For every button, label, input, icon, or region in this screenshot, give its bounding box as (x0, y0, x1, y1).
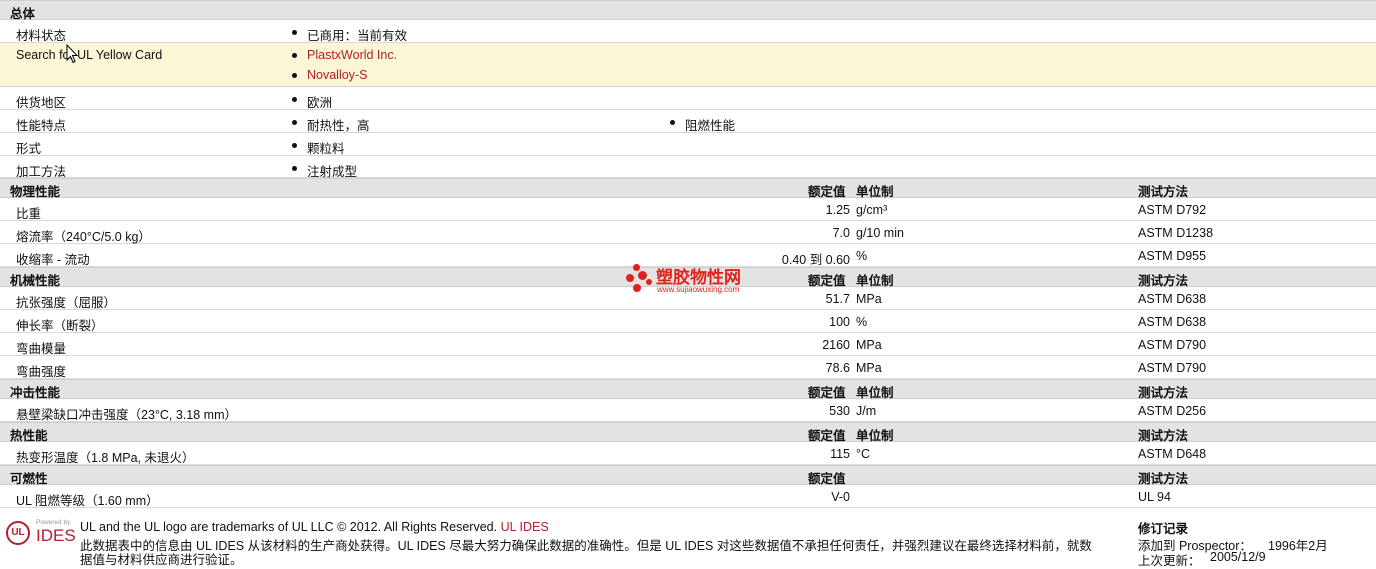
trademark-line: UL and the UL logo are trademarks of UL … (80, 520, 549, 534)
prop-method: ASTM D638 (1138, 292, 1207, 306)
table-row: UL 阻燃等级（1.60 mm） V-0 UL 94 (0, 485, 1376, 508)
bullet (292, 30, 297, 35)
value-supply-region: 欧洲 (307, 96, 333, 110)
prop-name: 弯曲强度 (16, 365, 67, 379)
link-novalloy-s[interactable]: Novalloy-S (307, 68, 367, 82)
row-form: 形式 颗粒料 (0, 133, 1376, 156)
table-row: 悬壁梁缺口冲击强度（23°C, 3.18 mm） 530 J/m ASTM D2… (0, 399, 1376, 422)
prop-name: 比重 (16, 207, 42, 221)
prop-method: UL 94 (1138, 490, 1171, 504)
prop-value: 78.6 (825, 361, 850, 375)
ul-ides-link[interactable]: UL IDES (501, 520, 549, 534)
prop-method: ASTM D638 (1138, 315, 1207, 329)
prop-value: 100 (829, 315, 850, 329)
row-material-status: 材料状态 已商用：当前有效 (0, 20, 1376, 43)
watermark: 塑胶物性网 www.sujiaowuxing.com (624, 262, 764, 296)
revision-updated-date: 2005/12/9 (1210, 550, 1266, 564)
prop-unit: MPa (856, 361, 882, 375)
prop-name: 收缩率 - 流动 (16, 253, 90, 267)
value-feature-heat: 耐热性，高 (307, 119, 370, 133)
value-feature-flame: 阻燃性能 (685, 119, 736, 133)
bullet (670, 120, 675, 125)
prop-unit: J/m (856, 404, 877, 418)
prop-unit: g/10 min (856, 226, 904, 240)
prop-method: ASTM D648 (1138, 447, 1207, 461)
prop-method: ASTM D256 (1138, 404, 1207, 418)
prop-value: 7.0 (832, 226, 850, 240)
table-row: 熔流率（240°C/5.0 kg） 7.0 g/10 min ASTM D123… (0, 221, 1376, 244)
bullet (292, 97, 297, 102)
prop-method: ASTM D955 (1138, 249, 1207, 263)
disclaimer-line-2: 据值与材料供应商进行验证。 (80, 553, 243, 567)
section-header-impact: 冲击性能 额定值 单位制 测试方法 (0, 379, 1376, 400)
bullet (292, 166, 297, 171)
prop-method: ASTM D1238 (1138, 226, 1214, 240)
prop-unit: MPa (856, 292, 882, 306)
logo-powered-by: Powered by (36, 519, 71, 526)
watermark-dots-icon (624, 262, 654, 296)
mouse-cursor-icon (66, 43, 79, 67)
logo-ides-text: IDES (36, 526, 76, 545)
prop-name: UL 阻燃等级（1.60 mm） (16, 494, 159, 508)
prop-unit: % (856, 249, 868, 263)
value-form: 颗粒料 (307, 142, 345, 156)
prop-unit: MPa (856, 338, 882, 352)
section-header-physical: 物理性能 额定值 单位制 测试方法 (0, 178, 1376, 199)
ul-ides-logo: Powered by UL IDES (6, 518, 76, 556)
prop-value: 115 (830, 447, 850, 461)
prop-name: 熔流率（240°C/5.0 kg） (16, 230, 151, 244)
watermark-url: www.sujiaowuxing.com (657, 285, 740, 294)
bullet (292, 73, 297, 78)
table-row: 比重 1.25 g/cm³ ASTM D792 (0, 198, 1376, 221)
prop-method: ASTM D792 (1138, 203, 1207, 217)
link-plastxworld[interactable]: PlastxWorld Inc. (307, 48, 397, 62)
row-processing: 加工方法 注射成型 (0, 156, 1376, 179)
logo-ul-text: UL (11, 527, 25, 538)
table-row: 弯曲强度 78.6 MPa ASTM D790 (0, 356, 1376, 379)
prop-value: 1.25 (825, 203, 850, 217)
revision-added-date: 1996年2月 (1268, 539, 1328, 553)
section-header-flammability: 可燃性 额定值 测试方法 (0, 465, 1376, 486)
label-material-status: 材料状态 (16, 29, 67, 43)
prop-name: 伸长率（断裂） (16, 319, 104, 333)
revision-updated-label: 上次更新： (1138, 554, 1201, 568)
label-features: 性能特点 (16, 119, 67, 133)
trademark-text: UL and the UL logo are trademarks of UL … (80, 520, 498, 534)
ul-logo-icon: UL (6, 521, 30, 545)
prop-method: ASTM D790 (1138, 338, 1207, 352)
table-row: 伸长率（断裂） 100 % ASTM D638 (0, 310, 1376, 333)
prop-value: 530 (829, 404, 850, 418)
label-yellow-card: Search for UL Yellow Card (16, 48, 163, 62)
prop-value: V-0 (831, 490, 850, 504)
bullet (292, 143, 297, 148)
prop-unit: g/cm³ (856, 203, 888, 217)
prop-value: 2160 (822, 338, 850, 352)
label-form: 形式 (16, 142, 42, 156)
label-supply-region: 供货地区 (16, 96, 67, 110)
row-supply-region: 供货地区 欧洲 (0, 87, 1376, 110)
prop-method: ASTM D790 (1138, 361, 1207, 375)
prop-name: 弯曲模量 (16, 342, 67, 356)
section-header-general: 总体 (0, 0, 1376, 21)
prop-unit: % (856, 315, 868, 329)
table-row: 弯曲模量 2160 MPa ASTM D790 (0, 333, 1376, 356)
prop-name: 悬壁梁缺口冲击强度（23°C, 3.18 mm） (16, 408, 238, 422)
section-header-thermal: 热性能 额定值 单位制 测试方法 (0, 422, 1376, 443)
prop-name: 热变形温度（1.8 MPa, 未退火） (16, 451, 195, 465)
table-row: 热变形温度（1.8 MPa, 未退火） 115 °C ASTM D648 (0, 442, 1376, 465)
row-yellow-card: Search for UL Yellow Card PlastxWorld In… (0, 43, 1376, 87)
prop-value: 51.7 (825, 292, 850, 306)
value-material-status: 已商用：当前有效 (307, 29, 408, 43)
prop-name: 抗张强度（屈服） (16, 296, 117, 310)
prop-value: 0.40 到 0.60 (781, 253, 850, 267)
bullet (292, 120, 297, 125)
bullet (292, 53, 297, 58)
row-features: 性能特点 耐热性，高 阻燃性能 (0, 110, 1376, 133)
prop-unit: °C (856, 447, 871, 461)
